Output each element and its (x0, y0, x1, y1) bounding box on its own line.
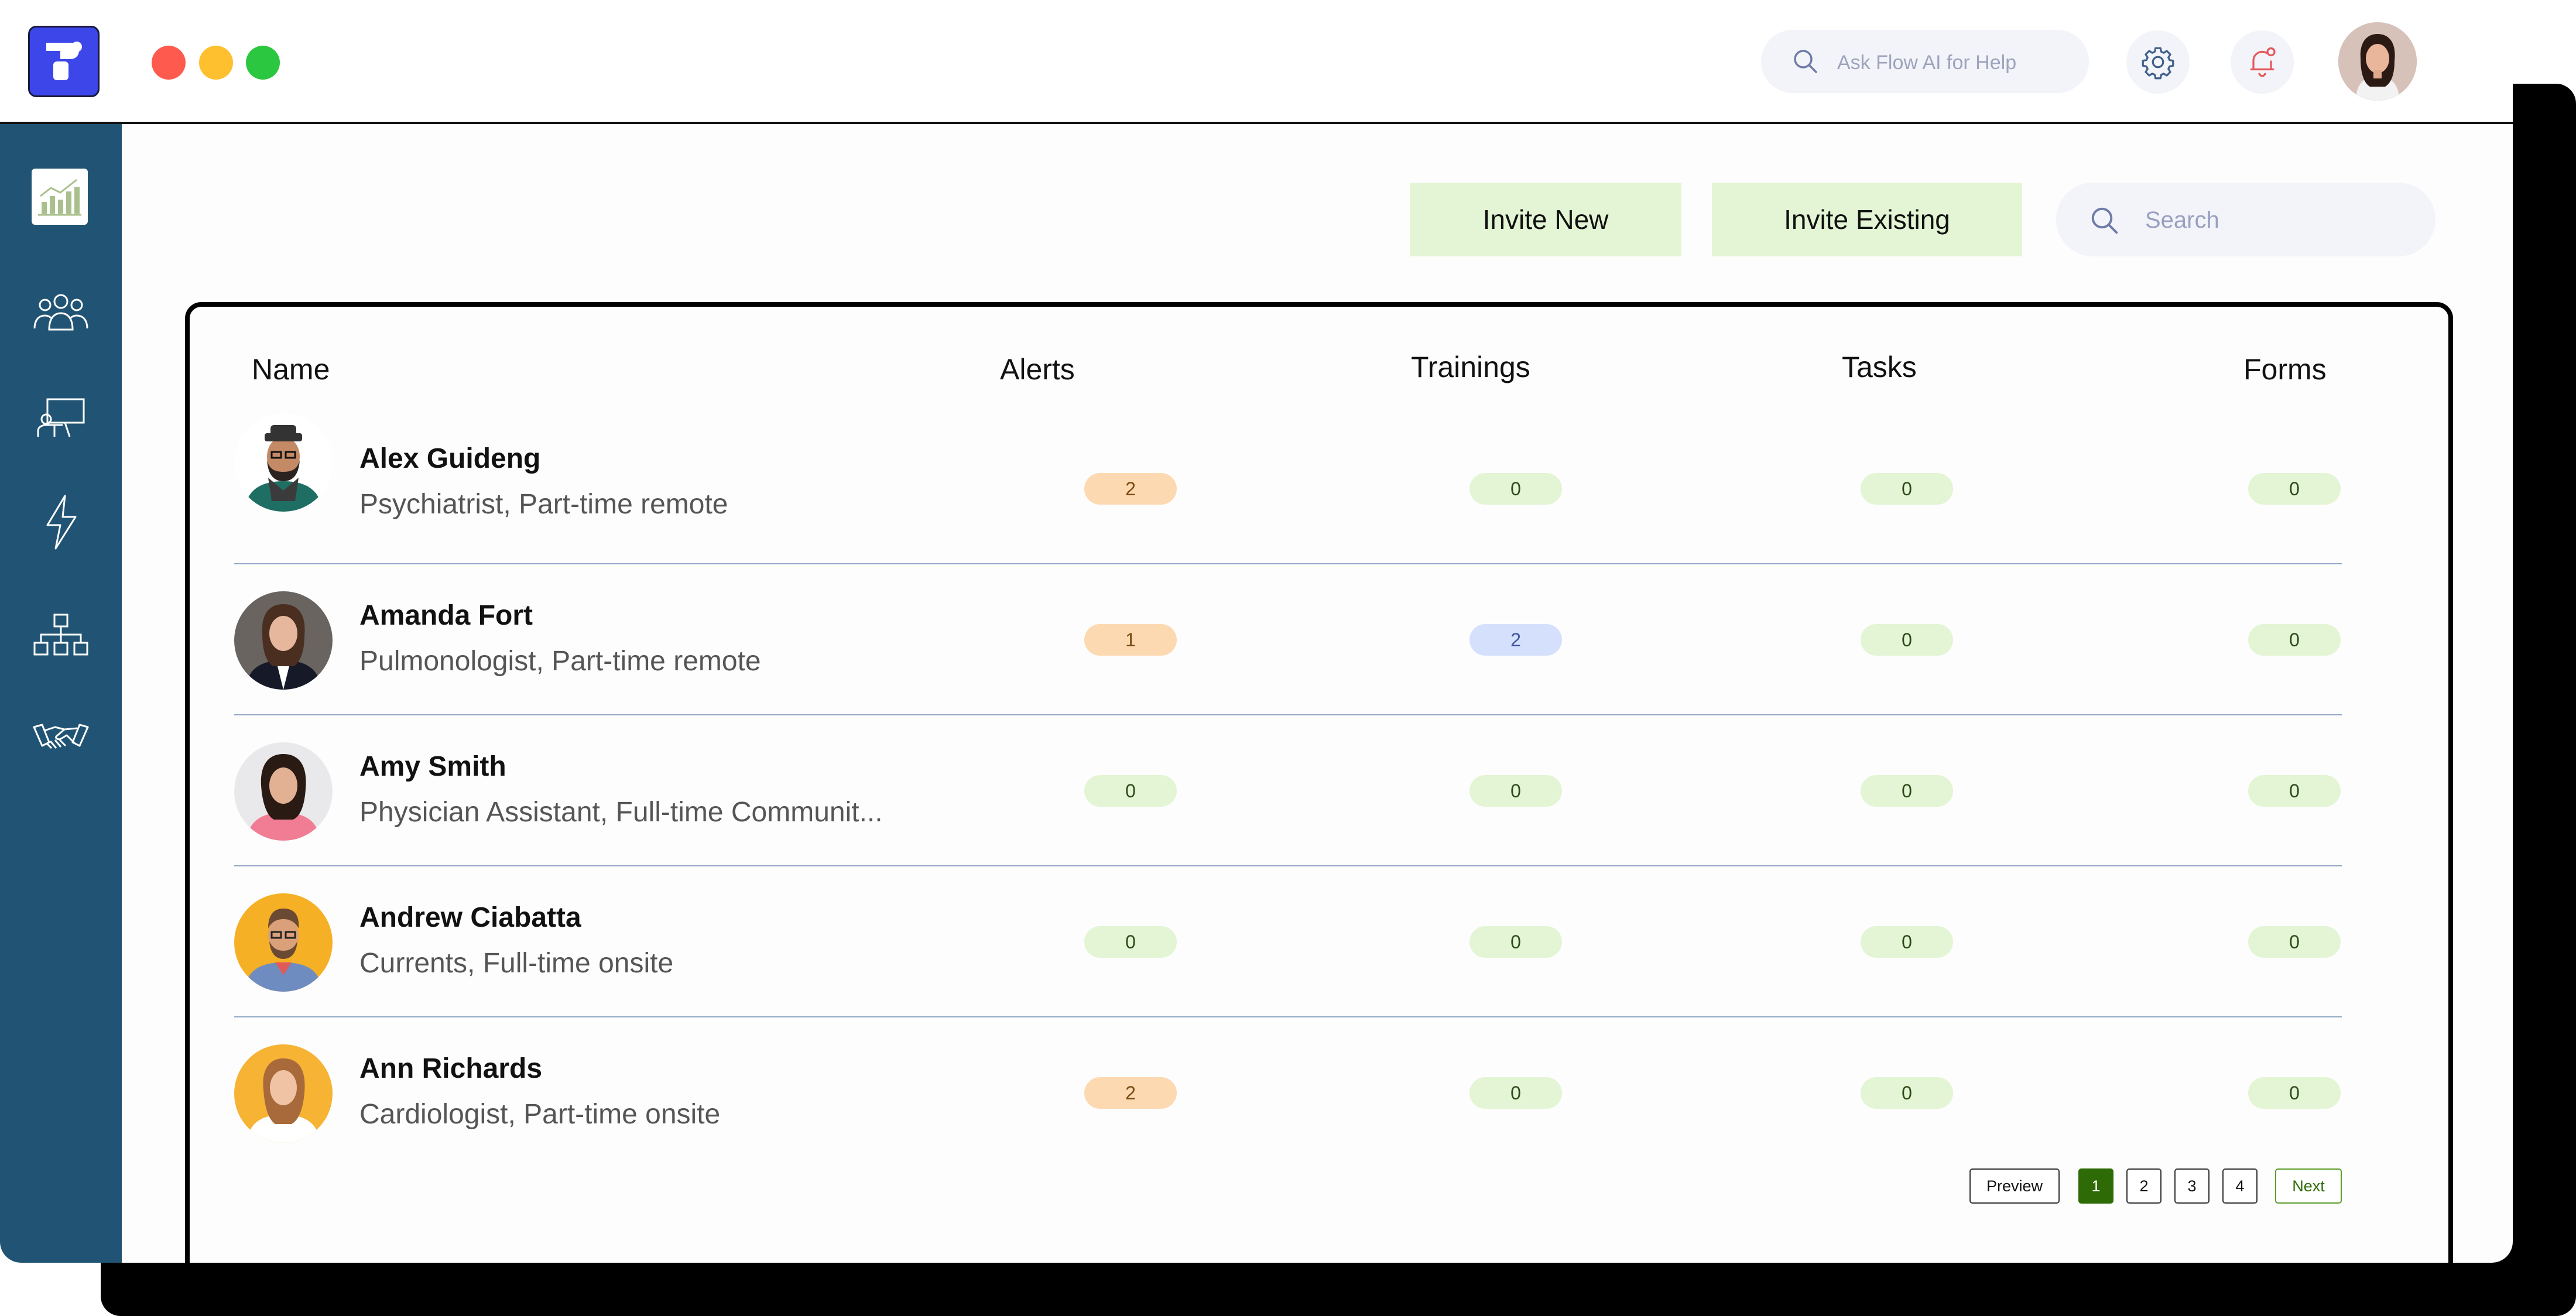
search-icon (2091, 207, 2118, 234)
tasks-count-badge[interactable]: 0 (1861, 926, 1953, 958)
avatar (234, 413, 333, 512)
trainings-count-badge[interactable]: 0 (1469, 926, 1562, 958)
user-avatar[interactable] (2338, 22, 2417, 101)
sidebar-item-actions[interactable] (30, 492, 91, 553)
member-role: Pulmonologist, Part-time remote (359, 646, 761, 677)
window-maximize-button[interactable] (246, 46, 280, 80)
analytics-chart-icon (38, 179, 81, 216)
trainings-count-badge[interactable]: 0 (1469, 1077, 1562, 1109)
tasks-count-badge[interactable]: 0 (1861, 775, 1953, 807)
member-name[interactable]: Ann Richards (359, 1053, 542, 1085)
avatar (234, 591, 333, 690)
org-chart-icon (33, 614, 88, 656)
alerts-count-badge[interactable]: 2 (1084, 1077, 1177, 1109)
sidebar-item-analytics[interactable] (32, 169, 88, 225)
forms-count-badge[interactable]: 0 (2248, 624, 2341, 656)
gear-icon (2142, 47, 2174, 80)
pagination-next-button[interactable]: Next (2275, 1168, 2342, 1204)
trainings-count-badge[interactable]: 2 (1469, 624, 1562, 656)
table-row[interactable]: Andrew Ciabatta Currents, Full-time onsi… (234, 893, 2342, 1044)
sidebar-item-training[interactable] (30, 386, 91, 447)
row-divider (234, 563, 2342, 564)
alerts-count-badge[interactable]: 0 (1084, 926, 1177, 958)
search-input[interactable] (2144, 204, 2416, 237)
forms-count-badge[interactable]: 0 (2248, 926, 2341, 958)
top-bar (0, 0, 2513, 124)
invite-existing-button[interactable]: Invite Existing (1712, 183, 2022, 256)
table-row[interactable]: Alex Guideng Psychiatrist, Part-time rem… (234, 413, 2342, 564)
sidebar-item-org[interactable] (30, 604, 91, 665)
sidebar (0, 124, 122, 1263)
column-header-name[interactable]: Name (252, 352, 330, 386)
lightning-icon (46, 495, 77, 550)
member-search[interactable] (2056, 183, 2435, 256)
row-divider (234, 865, 2342, 866)
pagination-page-3[interactable]: 3 (2174, 1168, 2210, 1204)
search-icon (1794, 50, 1817, 73)
avatar-portrait-icon (234, 591, 333, 690)
member-name[interactable]: Amanda Fort (359, 599, 533, 632)
tasks-count-badge[interactable]: 0 (1861, 1077, 1953, 1109)
member-role: Currents, Full-time onsite (359, 948, 674, 979)
member-role: Cardiologist, Part-time onsite (359, 1099, 721, 1130)
app-logo[interactable] (28, 26, 100, 97)
logo-mark-icon (46, 42, 82, 80)
notifications-button[interactable] (2231, 30, 2294, 94)
alerts-count-badge[interactable]: 1 (1084, 624, 1177, 656)
forms-count-badge[interactable]: 0 (2248, 775, 2341, 807)
pagination-page-2[interactable]: 2 (2126, 1168, 2161, 1204)
forms-count-badge[interactable]: 0 (2248, 1077, 2341, 1109)
app-window: Invite New Invite Existing Name Alerts T… (0, 0, 2513, 1263)
member-name[interactable]: Amy Smith (359, 750, 506, 783)
avatar (234, 1044, 333, 1143)
column-header-forms[interactable]: Forms (2243, 352, 2327, 386)
avatar-portrait-icon (234, 1044, 333, 1143)
member-name[interactable]: Andrew Ciabatta (359, 902, 581, 934)
tasks-count-badge[interactable]: 0 (1861, 624, 1953, 656)
ai-help-search[interactable] (1761, 30, 2089, 93)
alerts-count-badge[interactable]: 0 (1084, 775, 1177, 807)
column-header-alerts[interactable]: Alerts (1000, 352, 1075, 386)
avatar-portrait-icon (234, 893, 333, 992)
settings-button[interactable] (2126, 30, 2190, 94)
presentation-icon (37, 398, 85, 437)
column-header-tasks[interactable]: Tasks (1842, 350, 1917, 384)
sidebar-item-partners[interactable] (30, 710, 91, 770)
window-minimize-button[interactable] (199, 46, 233, 80)
member-role: Physician Assistant, Full-time Communit.… (359, 797, 883, 828)
ai-help-input[interactable] (1836, 47, 2073, 78)
invite-new-button[interactable]: Invite New (1410, 183, 1681, 256)
pagination-page-4[interactable]: 4 (2222, 1168, 2258, 1204)
member-name[interactable]: Alex Guideng (359, 443, 540, 475)
avatar-portrait-icon (234, 742, 333, 841)
table-row[interactable]: Amanda Fort Pulmonologist, Part-time rem… (234, 591, 2342, 742)
handshake-icon (33, 724, 89, 749)
alerts-count-badge[interactable]: 2 (1084, 473, 1177, 505)
column-header-trainings[interactable]: Trainings (1411, 350, 1530, 384)
avatar-portrait-icon (234, 413, 333, 512)
avatar (234, 893, 333, 992)
forms-count-badge[interactable]: 0 (2248, 473, 2341, 505)
row-divider (234, 1016, 2342, 1017)
team-icon (33, 294, 88, 331)
window-close-button[interactable] (152, 46, 186, 80)
tasks-count-badge[interactable]: 0 (1861, 473, 1953, 505)
bell-icon (2250, 47, 2276, 77)
member-role: Psychiatrist, Part-time remote (359, 489, 728, 520)
table-row[interactable]: Amy Smith Physician Assistant, Full-time… (234, 742, 2342, 893)
sidebar-item-team[interactable] (30, 281, 91, 342)
trainings-count-badge[interactable]: 0 (1469, 775, 1562, 807)
trainings-count-badge[interactable]: 0 (1469, 473, 1562, 505)
pagination-prev-button[interactable]: Preview (1969, 1168, 2060, 1204)
avatar-portrait-icon (2338, 22, 2417, 101)
avatar (234, 742, 333, 841)
pagination-page-1[interactable]: 1 (2078, 1168, 2113, 1204)
row-divider (234, 714, 2342, 715)
